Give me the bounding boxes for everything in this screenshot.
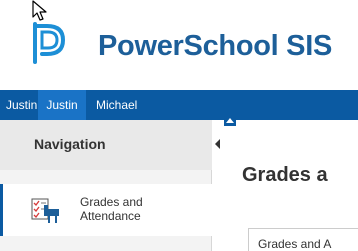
- grades-attendance-icon: [31, 198, 59, 223]
- navigation-header: Navigation: [0, 120, 212, 170]
- tab-grades-attendance[interactable]: Grades and A: [248, 228, 358, 251]
- tab-student-1[interactable]: Justin: [0, 90, 37, 120]
- page-title: Grades a: [242, 164, 328, 186]
- header-logo: PowerSchool SIS: [0, 16, 358, 76]
- tab-student-3[interactable]: Michael: [92, 90, 148, 120]
- app-root: PowerSchool SIS Justin Justin Michael Na…: [0, 0, 358, 251]
- collapse-left-icon[interactable]: [214, 138, 222, 150]
- sidebar-item-grades-attendance[interactable]: Grades and Attendance: [0, 184, 212, 236]
- powerschool-logo-icon: [33, 22, 66, 64]
- sidebar-collapse-strip: [212, 120, 224, 251]
- tab-student-2[interactable]: Justin: [38, 90, 86, 120]
- scroll-top-icon[interactable]: [224, 114, 236, 126]
- navigation-sidebar: Navigation Grades and Attendance: [0, 120, 212, 251]
- navigation-title: Navigation: [34, 136, 106, 152]
- student-tabbar: Justin Justin Michael: [0, 90, 358, 120]
- sidebar-item-label: Grades and Attendance: [80, 195, 143, 223]
- app-title: PowerSchool SIS: [98, 30, 332, 62]
